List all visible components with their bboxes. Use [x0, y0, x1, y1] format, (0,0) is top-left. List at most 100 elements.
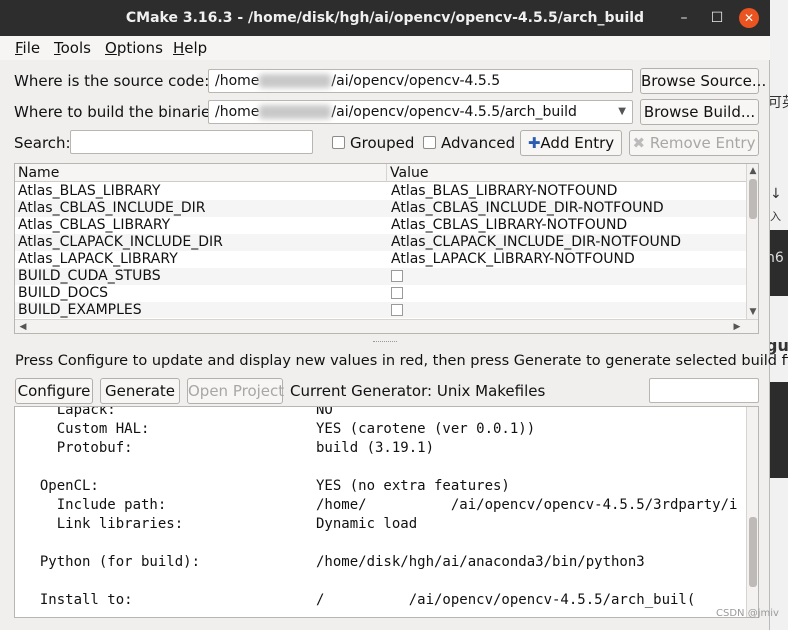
- table-horizontal-scrollbar[interactable]: ◀ ▶: [15, 319, 758, 333]
- source-label: Where is the source code:: [14, 72, 210, 90]
- background-text: 可英: [770, 95, 788, 111]
- chevron-down-icon: ▼: [618, 106, 626, 117]
- output-line-value: Dynamic load: [316, 516, 418, 532]
- browse-build-button[interactable]: Browse Build...: [640, 99, 759, 125]
- table-row[interactable]: Atlas_CLAPACK_INCLUDE_DIR Atlas_CLAPACK_I…: [15, 234, 746, 251]
- output-line-key: Python (for build):: [23, 554, 201, 570]
- status-message: Press Configure to update and display ne…: [15, 353, 788, 369]
- output-line-value: /home/disk/hgh/ai/anaconda3/bin/python3: [316, 554, 645, 570]
- background-text: 入: [770, 210, 781, 223]
- cache-table: Name Value Atlas_BLAS_LIBRARY Atlas_BLAS_…: [14, 163, 759, 334]
- window-title: CMake 3.16.3 - /home/disk/hgh/ai/opencv/…: [125, 10, 645, 26]
- table-row[interactable]: Atlas_BLAS_LIBRARY Atlas_BLAS_LIBRARY-NOT…: [15, 183, 746, 200]
- source-path-input[interactable]: /home/ai/opencv/opencv-4.5.5: [208, 69, 633, 93]
- table-row[interactable]: BUILD_DOCS: [15, 285, 746, 302]
- scroll-right-arrow-icon[interactable]: ▶: [731, 321, 743, 333]
- table-vertical-scrollbar[interactable]: ▲ ▼: [746, 164, 758, 319]
- cell-value[interactable]: Atlas_CLAPACK_INCLUDE_DIR-NOTFOUND: [391, 234, 745, 251]
- current-generator-label: Current Generator: Unix Makefiles: [290, 382, 546, 400]
- output-log[interactable]: Lapack: NO Custom HAL: YES (carotene (ver …: [14, 406, 759, 618]
- close-button[interactable]: ✕: [739, 8, 759, 28]
- output-line-value: YES (carotene (ver 0.0.1)): [316, 421, 536, 437]
- title-bar: CMake 3.16.3 - /home/disk/hgh/ai/opencv/…: [0, 0, 770, 36]
- menu-options[interactable]: Options: [105, 39, 163, 57]
- menu-help[interactable]: Help: [173, 39, 207, 57]
- remove-entry-button[interactable]: ✖ Remove Entry: [629, 130, 759, 156]
- value-checkbox[interactable]: [391, 270, 403, 282]
- download-icon: ↓: [770, 186, 782, 202]
- add-entry-button[interactable]: ✚Add Entry: [520, 130, 622, 156]
- cell-name: Atlas_CLAPACK_INCLUDE_DIR: [18, 234, 223, 250]
- background-text: h6: [770, 250, 784, 266]
- output-vertical-scrollbar[interactable]: [746, 407, 758, 617]
- build-label: Where to build the binaries:: [14, 103, 224, 121]
- remove-icon: ✖: [632, 134, 646, 152]
- plus-icon: ✚: [527, 134, 541, 152]
- menu-tools[interactable]: Tools: [54, 39, 91, 57]
- output-line-value: /home/ /ai/opencv/opencv-4.5.5/3rdparty/…: [316, 497, 738, 513]
- output-line-key: Include path:: [23, 497, 167, 513]
- scrollbar-thumb[interactable]: [749, 179, 757, 219]
- output-line-key: Custom HAL:: [23, 421, 150, 437]
- table-row[interactable]: Atlas_CBLAS_LIBRARY Atlas_CBLAS_LIBRARY-N…: [15, 217, 746, 234]
- output-line-key: Protobuf:: [23, 440, 133, 456]
- configure-button[interactable]: Configure: [15, 378, 93, 404]
- output-search-input[interactable]: [649, 378, 759, 403]
- cell-name: BUILD_CUDA_STUBS: [18, 268, 161, 284]
- minimize-button[interactable]: –: [669, 0, 699, 36]
- cell-name: BUILD_EXAMPLES: [18, 302, 142, 318]
- menu-file[interactable]: File: [15, 39, 40, 57]
- cell-name: Atlas_CBLAS_LIBRARY: [18, 217, 171, 233]
- cell-name: Atlas_CBLAS_INCLUDE_DIR: [18, 200, 206, 216]
- splitter-handle[interactable]: [373, 341, 397, 343]
- cell-value[interactable]: Atlas_CBLAS_INCLUDE_DIR-NOTFOUND: [391, 200, 745, 217]
- table-row[interactable]: Atlas_LAPACK_LIBRARY Atlas_LAPACK_LIBRARY…: [15, 251, 746, 268]
- background-dark-block: [770, 382, 788, 478]
- output-line-value: YES (no extra features): [316, 478, 510, 494]
- scroll-left-arrow-icon[interactable]: ◀: [17, 321, 29, 333]
- table-body: Atlas_BLAS_LIBRARY Atlas_BLAS_LIBRARY-NOT…: [15, 183, 746, 318]
- column-header-value[interactable]: Value: [387, 164, 746, 182]
- output-line-value: build (3.19.1): [316, 440, 435, 456]
- column-header-name[interactable]: Name: [15, 164, 387, 182]
- search-input[interactable]: [70, 130, 313, 154]
- grouped-label: Grouped: [350, 134, 415, 152]
- scroll-up-arrow-icon[interactable]: ▲: [747, 165, 758, 177]
- build-path-combobox[interactable]: /home/ai/opencv/opencv-4.5.5/arch_build …: [208, 100, 633, 124]
- table-row[interactable]: BUILD_CUDA_STUBS: [15, 268, 746, 285]
- browse-source-button[interactable]: Browse Source...: [640, 68, 766, 94]
- table-header: Name Value: [15, 164, 746, 182]
- advanced-label: Advanced: [441, 134, 516, 152]
- cell-value[interactable]: Atlas_CBLAS_LIBRARY-NOTFOUND: [391, 217, 745, 234]
- value-checkbox[interactable]: [391, 304, 403, 316]
- open-project-button[interactable]: Open Project: [187, 378, 284, 404]
- value-checkbox[interactable]: [391, 287, 403, 299]
- maximize-button[interactable]: ☐: [702, 0, 732, 36]
- output-line-value: NO: [316, 406, 333, 418]
- grouped-checkbox[interactable]: [332, 136, 345, 149]
- redacted-path: [259, 105, 332, 119]
- cell-name: BUILD_DOCS: [18, 285, 109, 301]
- output-line-value: / /ai/opencv/opencv-4.5.5/arch_buil(: [316, 592, 696, 608]
- cmake-window: CMake 3.16.3 - /home/disk/hgh/ai/opencv/…: [0, 0, 788, 630]
- output-line-key: Link libraries:: [23, 516, 184, 532]
- redacted-path: [259, 74, 332, 88]
- search-label: Search:: [14, 134, 71, 152]
- background-window: 可英 ↓ 入 h6 gu: [770, 0, 788, 630]
- scroll-down-arrow-icon[interactable]: ▼: [747, 306, 758, 318]
- output-lines: Lapack: NO Custom HAL: YES (carotene (ver …: [15, 406, 745, 617]
- advanced-checkbox[interactable]: [423, 136, 436, 149]
- output-line-key: Lapack:: [23, 406, 116, 418]
- cell-name: Atlas_LAPACK_LIBRARY: [18, 251, 178, 267]
- watermark: CSDN @jmiv: [716, 608, 779, 619]
- cell-value[interactable]: Atlas_LAPACK_LIBRARY-NOTFOUND: [391, 251, 745, 268]
- menu-bar: File Tools Options Help: [0, 36, 770, 60]
- generate-button[interactable]: Generate: [100, 378, 180, 404]
- cell-name: Atlas_BLAS_LIBRARY: [18, 183, 161, 199]
- cell-value[interactable]: Atlas_BLAS_LIBRARY-NOTFOUND: [391, 183, 745, 200]
- output-line-key: Install to:: [23, 592, 133, 608]
- table-row[interactable]: Atlas_CBLAS_INCLUDE_DIR Atlas_CBLAS_INCLU…: [15, 200, 746, 217]
- output-line-key: OpenCL:: [23, 478, 99, 494]
- scrollbar-thumb[interactable]: [749, 517, 757, 587]
- table-row[interactable]: BUILD_EXAMPLES: [15, 302, 746, 318]
